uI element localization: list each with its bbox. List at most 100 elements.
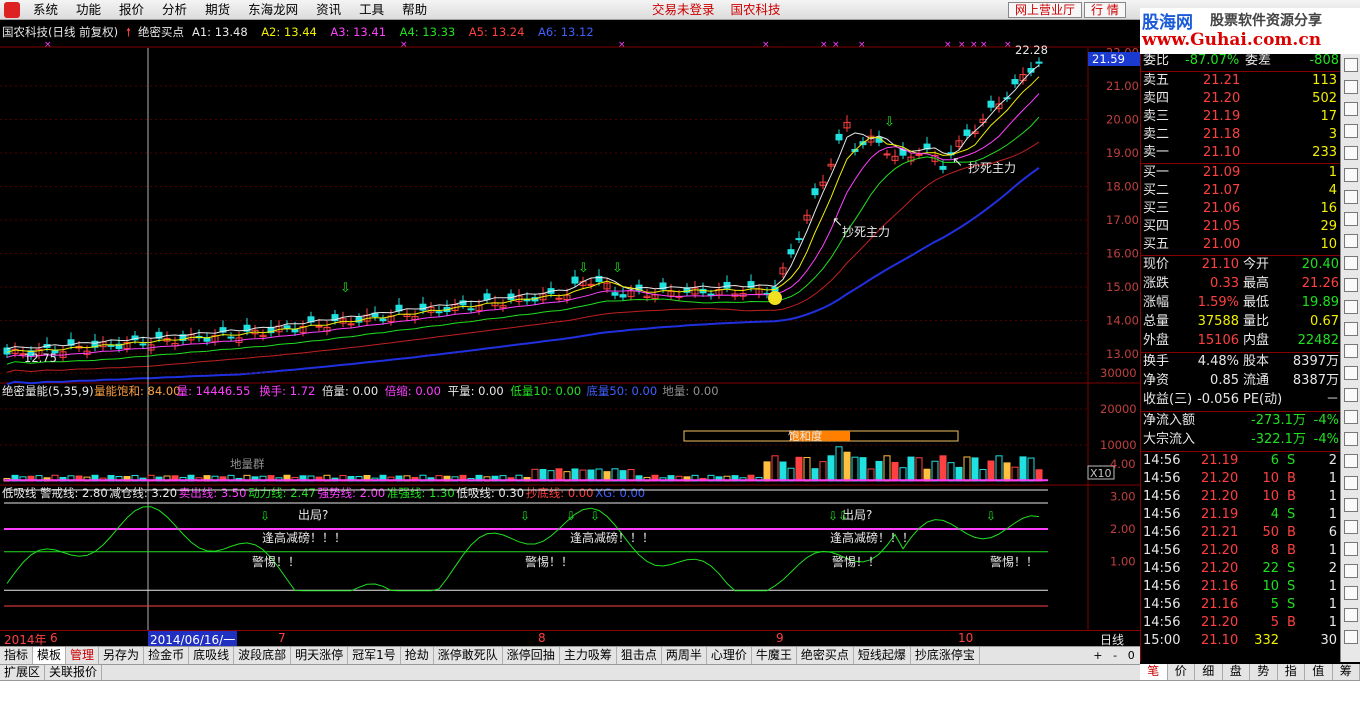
quote-cell: S bbox=[1287, 507, 1296, 522]
formula-tab[interactable]: 主力吸筹 bbox=[560, 647, 617, 664]
quote-cell: 买二 bbox=[1143, 183, 1170, 198]
quote-cell: 15106 bbox=[1197, 333, 1239, 348]
compass-icon[interactable] bbox=[1344, 366, 1358, 380]
wave-icon[interactable] bbox=[1344, 300, 1358, 314]
formula-tab[interactable]: 明天涨停 bbox=[291, 647, 349, 664]
grid-icon[interactable] bbox=[1344, 146, 1358, 160]
tick-row: 14:56 21.20 8 B 1 bbox=[1141, 542, 1341, 560]
wei-bi-row: 委比 -87.07% 委差 -808 bbox=[1141, 52, 1341, 70]
formula-tab[interactable]: 管理 bbox=[66, 647, 100, 664]
zoom-in-button[interactable]: + bbox=[1093, 649, 1102, 662]
bar-chart-icon[interactable] bbox=[1344, 80, 1358, 94]
trade-login-status[interactable]: 交易未登录 bbox=[652, 2, 715, 17]
list-icon[interactable] bbox=[1344, 58, 1358, 72]
candle-icon[interactable] bbox=[1344, 124, 1358, 138]
formula-tab[interactable]: 冠军1号 bbox=[348, 647, 401, 664]
formula-tab[interactable]: 涨停回抽 bbox=[503, 647, 560, 664]
formula-tab[interactable]: 捡金币 bbox=[144, 647, 190, 664]
fx-icon[interactable] bbox=[1344, 256, 1358, 270]
rsi-icon[interactable] bbox=[1344, 322, 1358, 336]
quote-panel-tab[interactable]: 盘 bbox=[1223, 664, 1250, 680]
time-axis: 2014年 6 2014/06/16/一 7 8 9 10 日线 bbox=[0, 630, 1140, 648]
quote-cell: 3 bbox=[1328, 127, 1337, 142]
power-icon[interactable] bbox=[1344, 630, 1358, 644]
menu-item-futures[interactable]: 期货 bbox=[196, 0, 239, 20]
f10-icon[interactable] bbox=[1344, 168, 1358, 182]
quote-panel-tab[interactable]: 细 bbox=[1195, 664, 1223, 680]
formula-tab[interactable]: 心理价 bbox=[707, 647, 752, 664]
sort-icon[interactable] bbox=[1344, 344, 1358, 358]
ground-vol-label: 地量群 bbox=[230, 457, 265, 471]
top-marker-icon: × bbox=[820, 40, 828, 50]
phone-icon[interactable] bbox=[1344, 542, 1358, 556]
menu-item-analysis[interactable]: 分析 bbox=[153, 0, 196, 20]
folder-icon[interactable] bbox=[1344, 564, 1358, 578]
formula-tab[interactable]: 另存为 bbox=[99, 647, 145, 664]
formula-tab[interactable]: 波段底部 bbox=[234, 647, 292, 664]
info-icon[interactable] bbox=[1344, 212, 1358, 226]
formula-tab[interactable]: 两周半 bbox=[662, 647, 707, 664]
pointer-arrow-icon: ↖ bbox=[952, 155, 963, 170]
ext-tab-area[interactable]: 扩展区 bbox=[0, 665, 46, 680]
quote-panel-tab[interactable]: 价 bbox=[1168, 664, 1195, 680]
refresh-icon[interactable] bbox=[1344, 388, 1358, 402]
volume-bar bbox=[963, 456, 971, 482]
formula-tab[interactable]: 涨停敢死队 bbox=[434, 647, 503, 664]
settings-icon[interactable] bbox=[1344, 498, 1358, 512]
chart-icon[interactable] bbox=[1344, 278, 1358, 292]
quote-cell: 21.00 bbox=[1203, 237, 1241, 252]
candle-body bbox=[283, 325, 291, 329]
osc-legend-item: 减仓线: 3.20 bbox=[109, 486, 177, 500]
quote-panel-tab[interactable]: 势 bbox=[1250, 664, 1278, 680]
chart-area[interactable]: 国农科技(日线 前复权) 🠕 绝密买点 A1: 13.48 A2: 13.44 A3… bbox=[0, 20, 1140, 630]
formula-tab[interactable]: 抄底涨停宝 bbox=[911, 647, 980, 664]
zoom-icon[interactable] bbox=[1344, 586, 1358, 600]
book-icon[interactable] bbox=[1344, 476, 1358, 490]
quote-panel-tab[interactable]: 笔 bbox=[1140, 664, 1168, 680]
menu-item-tools[interactable]: 工具 bbox=[350, 0, 393, 20]
formula-tab[interactable]: 指标 bbox=[0, 647, 34, 664]
quote-panel-tab[interactable]: 指 bbox=[1278, 664, 1305, 680]
stat-row: 现价 21.10 今开 20.40 bbox=[1141, 256, 1341, 274]
quote-cell: 21.07 bbox=[1203, 183, 1241, 198]
arrow-icon[interactable] bbox=[1344, 410, 1358, 424]
vol-legend-item: 平量: 0.00 bbox=[448, 384, 504, 398]
search-icon[interactable] bbox=[1344, 608, 1358, 622]
bars-icon[interactable] bbox=[1344, 102, 1358, 116]
lock-icon[interactable] bbox=[1344, 520, 1358, 534]
formula-tab[interactable]: 绝密买点 bbox=[797, 647, 854, 664]
tick-row: 14:56 21.19 4 S 1 bbox=[1141, 506, 1341, 524]
volume-bar bbox=[891, 461, 899, 482]
zoom-out-button[interactable]: - bbox=[1113, 649, 1117, 662]
menu-item-news[interactable]: 资讯 bbox=[307, 0, 350, 20]
quote-panel-tab[interactable]: 值 bbox=[1305, 664, 1333, 680]
ext-tab-related[interactable]: 关联报价 bbox=[45, 665, 103, 680]
ask-row: 卖一 21.10 233 bbox=[1141, 144, 1341, 162]
menu-item-system[interactable]: 系统 bbox=[24, 0, 67, 20]
ma-legend-item: A5: 13.24 bbox=[469, 25, 525, 39]
volume-bar bbox=[875, 460, 883, 482]
quote-cell: 22482 bbox=[1297, 333, 1339, 348]
status-bar bbox=[0, 680, 1360, 708]
online-trading-button[interactable]: 网上营业厅 bbox=[1008, 2, 1083, 18]
menu-item-quote[interactable]: 报价 bbox=[110, 0, 153, 20]
help-icon[interactable] bbox=[1344, 454, 1358, 468]
formula-tab[interactable]: 抢劫 bbox=[401, 647, 434, 664]
menu-item-function[interactable]: 功能 bbox=[67, 0, 110, 20]
document-icon[interactable] bbox=[1344, 190, 1358, 204]
menu-item-donghai[interactable]: 东海龙网 bbox=[239, 0, 307, 20]
quote-cell: 净资 bbox=[1143, 373, 1170, 388]
quote-panel-tab[interactable]: 筹 bbox=[1333, 664, 1360, 680]
menu-item-help[interactable]: 帮助 bbox=[393, 0, 436, 20]
reset-button[interactable]: 0 bbox=[1128, 649, 1135, 662]
price-axis: 21.00 20.00 19.00 18.00 17.00 16.00 15.00 14.00… bbox=[0, 46, 1139, 361]
formula-tab[interactable]: 底吸线 bbox=[189, 647, 235, 664]
formula-tab[interactable]: 牛魔王 bbox=[752, 647, 797, 664]
quote-button[interactable]: 行 情 bbox=[1084, 2, 1126, 18]
formula-tab[interactable]: 模板 bbox=[33, 647, 67, 664]
edit-icon[interactable] bbox=[1344, 432, 1358, 446]
formula-tab[interactable]: 短线起爆 bbox=[854, 647, 911, 664]
formula-tab[interactable]: 狙击点 bbox=[617, 647, 662, 664]
quote-cell: 21.20 bbox=[1201, 471, 1239, 486]
fz-icon[interactable] bbox=[1344, 234, 1358, 248]
